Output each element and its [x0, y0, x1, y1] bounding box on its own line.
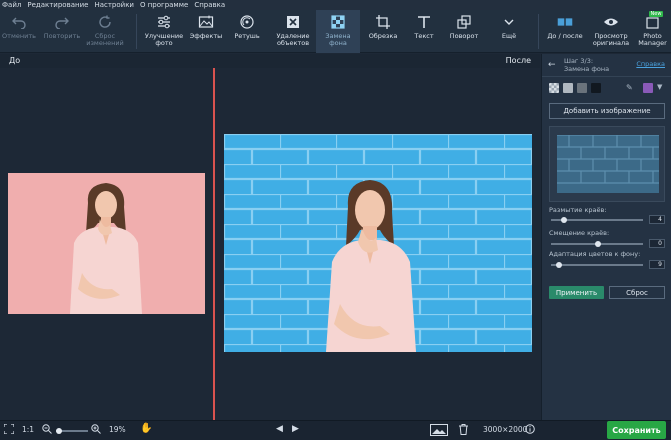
help-link[interactable]: Справка — [636, 60, 665, 68]
apply-button[interactable]: Применить — [549, 286, 604, 299]
after-photo — [224, 134, 532, 352]
trash-icon[interactable] — [459, 424, 468, 437]
menu-settings[interactable]: Настройки — [94, 1, 134, 9]
before-after-icon — [557, 14, 573, 30]
reset-button[interactable]: Сброс — [609, 286, 665, 299]
crop-icon — [375, 14, 391, 30]
tool-effects[interactable]: Эффекты — [186, 10, 226, 53]
retouch-icon — [239, 14, 255, 30]
edge-shift-value[interactable]: 0 — [649, 239, 665, 248]
woman-portrait-after — [224, 134, 532, 352]
before-photo — [8, 173, 205, 314]
tool-replace-background[interactable]: Замена фона — [316, 10, 360, 53]
color-adapt-knob[interactable] — [556, 262, 562, 268]
edge-shift-slider[interactable] — [551, 241, 643, 247]
save-button[interactable]: Сохранить — [607, 421, 666, 439]
menu-edit[interactable]: Редактирование — [27, 1, 88, 9]
bottom-bar: 1:1 19% ✋ ◀ ▶ 3000×2000 — [0, 420, 671, 440]
chevron-down-icon[interactable]: ▼ — [657, 83, 662, 91]
color-adapt-value[interactable]: 9 — [649, 260, 665, 269]
back-arrow-icon[interactable]: ← — [548, 60, 556, 70]
text-icon — [416, 14, 432, 30]
after-label: После — [505, 56, 531, 65]
actual-size-button[interactable]: 1:1 — [22, 425, 34, 434]
tool-text[interactable]: Текст — [406, 10, 442, 53]
remove-objects-icon — [285, 14, 301, 30]
eyedropper-icon[interactable]: ✎ — [626, 83, 633, 92]
zoom-slider[interactable] — [56, 428, 88, 434]
redo-button[interactable]: Повторить — [42, 10, 82, 53]
zoom-out-icon[interactable] — [42, 424, 52, 436]
toolbar-separator — [538, 14, 539, 49]
previous-icon[interactable]: ◀ — [276, 424, 283, 434]
tool-more[interactable]: Ещё — [494, 10, 524, 53]
background-replace-panel: ← Шаг 3/3: Замена фона Справка ✎ ▼ Добав… — [541, 54, 671, 420]
undo-icon — [11, 14, 27, 30]
menu-help[interactable]: Справка — [194, 1, 225, 9]
menu-file[interactable]: Файл — [2, 1, 21, 9]
photo-manager-icon: New — [645, 11, 664, 30]
edge-blur-slider[interactable] — [551, 217, 643, 223]
background-thumbnail[interactable] — [549, 126, 665, 202]
black-swatch[interactable] — [591, 83, 601, 93]
tool-enhance[interactable]: Улучшение фото — [142, 10, 186, 53]
compare-divider[interactable] — [213, 68, 215, 420]
info-icon[interactable] — [525, 424, 535, 436]
image-canvas[interactable] — [0, 68, 540, 420]
view-original-button[interactable]: Просмотр оригинала — [590, 10, 632, 53]
before-after-button[interactable]: До / после — [542, 10, 588, 53]
before-label: До — [9, 56, 21, 65]
edge-blur-label: Размытие краёв: — [549, 206, 607, 214]
refresh-icon — [97, 14, 113, 30]
compare-label-bar: До После — [0, 54, 540, 68]
rotate-icon — [456, 14, 472, 30]
zoom-level: 19% — [109, 425, 126, 434]
undo-button[interactable]: Отменить — [2, 10, 36, 53]
color-adapt-label: Адаптация цветов к фону: — [549, 250, 641, 258]
sliders-icon — [156, 14, 172, 30]
tool-retouch[interactable]: Ретушь — [228, 10, 266, 53]
menu-about[interactable]: О программе — [140, 1, 188, 9]
next-icon[interactable]: ▶ — [292, 424, 299, 434]
tool-rotate[interactable]: Поворот — [444, 10, 484, 53]
menu-bar: Файл Редактирование Настройки О программ… — [0, 0, 671, 10]
toolbar: Отменить Повторить Сброс изменений Улучш… — [0, 10, 671, 53]
woman-portrait-before — [8, 173, 205, 314]
step-indicator: Шаг 3/3: Замена фона — [564, 57, 610, 73]
gray-swatch[interactable] — [577, 83, 587, 93]
app-window: Файл Редактирование Настройки О программ… — [0, 0, 671, 440]
edge-blur-value[interactable]: 4 — [649, 215, 665, 224]
light-gray-swatch[interactable] — [563, 83, 573, 93]
zoom-slider-knob[interactable] — [56, 428, 62, 434]
toolbar-separator — [136, 14, 137, 49]
tool-crop[interactable]: Обрезка — [364, 10, 402, 53]
edge-shift-knob[interactable] — [595, 241, 601, 247]
purple-swatch[interactable] — [643, 83, 653, 93]
chevron-down-icon — [501, 14, 517, 30]
reset-changes-button[interactable]: Сброс изменений — [86, 10, 124, 53]
effects-icon — [198, 14, 214, 30]
zoom-in-icon[interactable] — [91, 424, 101, 436]
redo-icon — [54, 14, 70, 30]
fullscreen-icon[interactable] — [3, 423, 15, 436]
image-icon[interactable] — [430, 424, 448, 438]
transparent-swatch[interactable] — [549, 83, 559, 93]
color-adapt-slider[interactable] — [551, 262, 643, 268]
photo-manager-button[interactable]: New Photo Manager — [634, 10, 671, 53]
add-image-button[interactable]: Добавить изображение — [549, 103, 665, 119]
edge-shift-label: Смещение краёв: — [549, 229, 610, 237]
new-badge: New — [648, 11, 664, 17]
eye-icon — [603, 14, 619, 30]
hand-icon[interactable]: ✋ — [140, 423, 152, 434]
replace-background-icon — [330, 14, 346, 30]
brick-thumbnail-image — [557, 134, 659, 193]
tool-remove-objects[interactable]: Удаление объектов — [272, 10, 314, 53]
panel-divider — [542, 76, 671, 77]
image-dimensions: 3000×2000 — [483, 425, 528, 434]
edge-blur-knob[interactable] — [561, 217, 567, 223]
